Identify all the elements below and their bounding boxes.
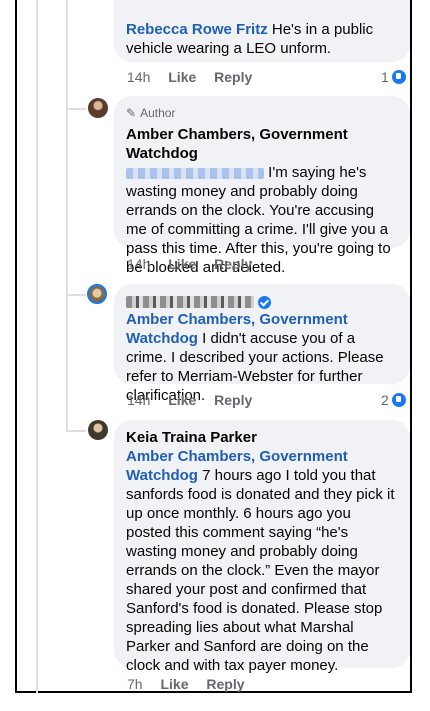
comment-bubble: Amber Chambers, Government Watchdog I di…	[114, 284, 410, 404]
redacted-mention	[126, 167, 264, 179]
author-badge: ✎ Author	[126, 104, 398, 123]
reaction-count[interactable]: 2	[381, 392, 406, 408]
reply-button[interactable]: Reply	[214, 256, 252, 272]
comment-actions: 14h Like Reply	[127, 69, 266, 85]
like-reaction-icon	[391, 393, 406, 407]
mention-link[interactable]: Rebecca Rowe Fritz	[126, 21, 268, 38]
comment-bubble: ✎ Author Amber Chambers, Government Watc…	[114, 96, 410, 276]
comment-bubble: Keia Traina Parker Amber Chambers, Gover…	[114, 420, 410, 674]
avatar[interactable]	[88, 420, 108, 440]
comment-bubble: Rebecca Rowe Fritz He's in a public vehi…	[114, 0, 410, 62]
thread-branch	[66, 294, 86, 296]
thread-line-outer	[36, 0, 38, 693]
comment-time[interactable]: 14h	[127, 69, 150, 85]
comment-time[interactable]: 7h	[127, 676, 143, 692]
comment-time[interactable]: 14h	[127, 256, 150, 272]
like-button[interactable]: Like	[168, 392, 196, 408]
comment-actions: 14h Like Reply	[127, 256, 266, 272]
reply-button[interactable]: Reply	[206, 676, 244, 692]
comment-text: 7 hours ago I told you that sanfords foo…	[126, 467, 395, 674]
redacted-name-row	[126, 292, 398, 310]
like-reaction-icon	[391, 70, 406, 84]
thread-line-inner	[66, 0, 68, 430]
reply-button[interactable]: Reply	[214, 69, 252, 85]
comment-actions: 14h Like Reply	[127, 392, 266, 408]
comment-time[interactable]: 14h	[127, 392, 150, 408]
like-button[interactable]: Like	[160, 676, 188, 692]
avatar[interactable]	[88, 98, 108, 118]
reply-button[interactable]: Reply	[214, 392, 252, 408]
like-button[interactable]: Like	[168, 69, 196, 85]
comment-actions: 7h Like Reply	[127, 676, 259, 692]
reaction-count[interactable]: 1	[381, 69, 406, 85]
commenter-name[interactable]: Amber Chambers, Government Watchdog	[126, 125, 398, 163]
like-button[interactable]: Like	[168, 256, 196, 272]
commenter-name[interactable]: Keia Traina Parker	[126, 428, 398, 447]
avatar[interactable]	[87, 284, 107, 304]
thread-branch	[66, 108, 86, 110]
redacted-name	[126, 296, 254, 309]
verified-badge-icon	[258, 295, 271, 309]
thread-branch	[66, 430, 86, 432]
pencil-icon: ✎	[126, 106, 137, 120]
